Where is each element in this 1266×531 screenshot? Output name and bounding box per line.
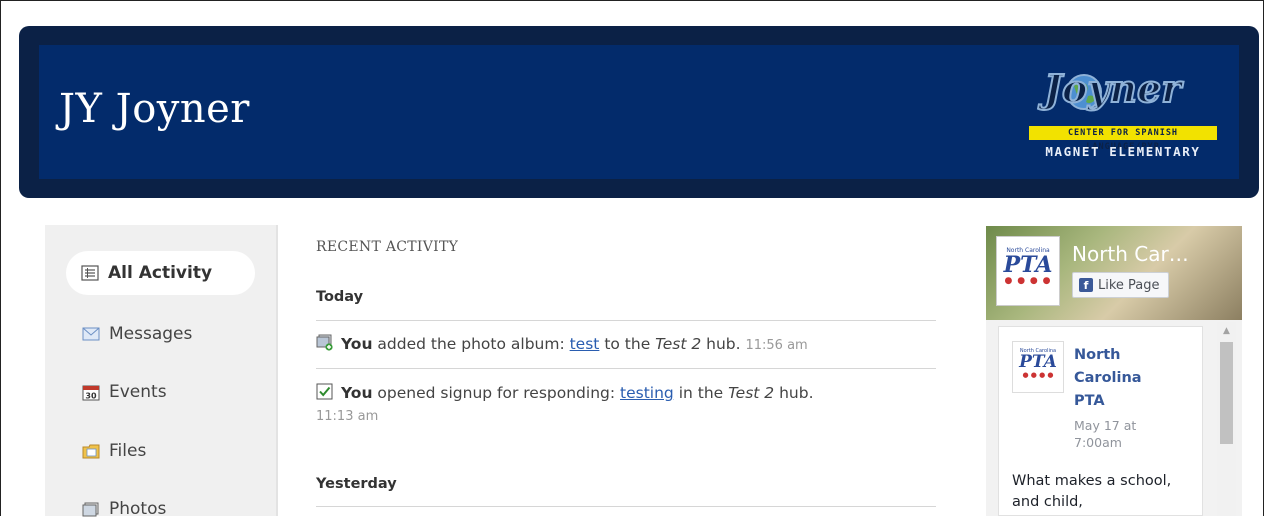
post-author-avatar[interactable]: North Carolina PTA ● ● ● ● <box>1012 341 1064 393</box>
school-logo[interactable]: Joyner CENTER FOR SPANISH LANGUAGE/PYP M… <box>1014 62 1219 167</box>
envelope-icon <box>82 326 100 342</box>
facebook-post: North Carolina PTA ● ● ● ● North Carolin… <box>998 326 1203 516</box>
logo-wordmark: Joyner <box>1043 65 1182 112</box>
pta-logo-text: PTA <box>1019 352 1057 372</box>
sidebar-item-label: Messages <box>109 324 193 344</box>
activity-item: You opened signup for responding: testin… <box>316 382 916 428</box>
pta-logo-figures-icon: ● ● ● ● <box>1004 276 1052 286</box>
like-page-button[interactable]: f Like Page <box>1072 272 1169 298</box>
sidebar-item-label: Events <box>109 382 167 402</box>
header-banner: JY Joyner Joyner CENTER FOR SPANISH LANG… <box>19 26 1259 198</box>
activity-actor[interactable]: You <box>341 384 372 402</box>
logo-strip: CENTER FOR SPANISH LANGUAGE/PYP <box>1029 126 1217 152</box>
sidebar: All Activity Messages 30 Events Files Ph… <box>45 225 276 519</box>
divider <box>316 320 936 321</box>
activity-item: You added the photo album: test to the T… <box>316 333 916 357</box>
activity-text: hub. <box>774 384 814 402</box>
checkbox-icon <box>316 383 333 400</box>
facebook-cover-photo[interactable]: North Carolina PTA ● ● ● ● North Car… f … <box>986 226 1242 320</box>
activity-time: 11:13 am <box>316 409 379 424</box>
activity-text: hub. <box>701 335 746 353</box>
sidebar-divider <box>276 225 278 516</box>
facebook-page-avatar[interactable]: North Carolina PTA ● ● ● ● <box>996 236 1060 306</box>
sidebar-item-all-activity[interactable]: All Activity <box>66 251 255 295</box>
day-header-today: Today <box>316 289 364 305</box>
site-title[interactable]: JY Joyner <box>59 86 250 132</box>
signup-link[interactable]: testing <box>620 384 674 402</box>
sidebar-item-label: Photos <box>109 499 167 519</box>
activity-feed: RECENT ACTIVITY Today You added the phot… <box>316 225 936 516</box>
sidebar-item-files[interactable]: Files <box>66 429 146 473</box>
sidebar-item-label: Files <box>109 441 147 461</box>
sidebar-item-photos[interactable]: Photos <box>66 487 166 531</box>
svg-text:30: 30 <box>85 392 97 401</box>
scroll-up-arrow-icon[interactable]: ▲ <box>1217 322 1236 340</box>
facebook-scrollbar[interactable]: ▲ <box>1217 322 1236 516</box>
logo-subtitle: MAGNET ELEMENTARY <box>1045 144 1201 159</box>
day-header-yesterday: Yesterday <box>316 476 397 492</box>
sidebar-item-messages[interactable]: Messages <box>66 312 192 356</box>
sidebar-item-label: All Activity <box>108 263 213 283</box>
sidebar-item-events[interactable]: 30 Events <box>66 370 167 414</box>
section-title: RECENT ACTIVITY <box>316 239 459 255</box>
facebook-logo-icon: f <box>1079 278 1093 292</box>
activity-time: 11:56 am <box>745 338 808 353</box>
folder-icon <box>82 443 100 459</box>
post-author-name[interactable]: North Carolina PTA <box>1074 344 1169 413</box>
divider <box>316 368 936 369</box>
post-date[interactable]: May 17 at 7:00am <box>1074 417 1164 451</box>
photo-album-icon <box>316 334 333 351</box>
photos-icon <box>82 501 100 517</box>
activity-text: in the <box>673 384 729 402</box>
post-text: What makes a school, and child, <box>1012 473 1172 510</box>
like-page-label: Like Page <box>1098 277 1160 293</box>
activity-text: to the <box>599 335 656 353</box>
pta-logo-text: PTA <box>1003 252 1053 278</box>
hub-name: Test 2 <box>655 335 702 353</box>
facebook-widget: North Carolina PTA ● ● ● ● North Car… f … <box>986 226 1242 516</box>
facebook-page-name[interactable]: North Car… <box>1072 242 1189 266</box>
activity-actor[interactable]: You <box>341 335 372 353</box>
list-icon <box>81 265 99 281</box>
calendar-icon: 30 <box>82 384 100 401</box>
hub-name: Test 2 <box>728 384 775 402</box>
activity-text: added the photo album: <box>372 335 570 353</box>
divider <box>316 506 936 507</box>
photo-album-link[interactable]: test <box>570 335 600 353</box>
scrollbar-thumb[interactable] <box>1220 342 1233 444</box>
header-inner: JY Joyner Joyner CENTER FOR SPANISH LANG… <box>39 45 1239 179</box>
pta-logo-figures-icon: ● ● ● ● <box>1022 371 1054 379</box>
activity-text: opened signup for responding: <box>372 384 621 402</box>
